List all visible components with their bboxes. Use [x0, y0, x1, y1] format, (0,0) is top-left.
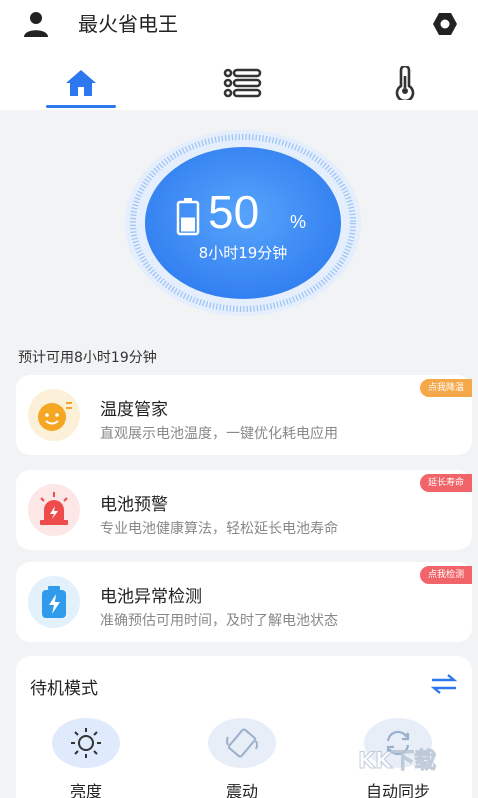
battery-percent-unit: % [290, 212, 307, 232]
mode-label: 自动同步 [365, 782, 430, 798]
home-icon [66, 70, 96, 96]
app-title: 最火省电王 [78, 12, 178, 36]
mode-label: 震动 [225, 782, 258, 798]
card-description: 准确预估可用时间，及时了解电池状态 [100, 613, 338, 629]
vibrate-icon [226, 728, 258, 758]
card-tag[interactable]: 延长寿命 [419, 474, 472, 492]
battery-percent: 50 [208, 186, 260, 238]
standby-title: 待机模式 [30, 679, 98, 699]
list-icon [223, 68, 262, 98]
user-icon[interactable] [22, 10, 50, 38]
card-battery-warning[interactable]: 电池预警 专业电池健康算法，轻松延长电池寿命 延长寿命 [16, 470, 472, 550]
swap-icon[interactable] [430, 672, 458, 696]
mode-circle [52, 718, 120, 768]
card-tag[interactable]: 点我降温 [419, 379, 472, 397]
card-tag[interactable]: 点我检测 [419, 566, 472, 584]
brightness-icon [71, 728, 101, 758]
app-header: 最火省电王 [0, 0, 478, 110]
card-title: 温度管家 [100, 400, 168, 420]
thermometer-icon [395, 66, 415, 100]
mode-label: 亮度 [69, 782, 102, 798]
card-description: 专业电池健康算法，轻松延长电池寿命 [100, 521, 338, 537]
active-tab-indicator [46, 105, 116, 108]
svg-text:KK下载: KK下载 [358, 748, 436, 774]
standby-panel: 待机模式 亮度 震动 自动同步 [16, 656, 472, 798]
battery-remaining-time: 8小时19分钟 [198, 244, 288, 262]
battery-readout: 50 % 8小时19分钟 [140, 150, 346, 300]
watermark-logo: KK下载 [358, 748, 437, 775]
card-battery-anomaly[interactable]: 电池异常检测 准确预估可用时间，及时了解电池状态 点我检测 [16, 562, 472, 642]
estimate-text: 预计可用8小时19分钟 [18, 350, 157, 366]
tab-temperature[interactable] [370, 56, 440, 110]
card-title: 电池异常检测 [100, 587, 202, 607]
battery-bolt-icon [42, 586, 66, 618]
tab-bar [0, 56, 478, 110]
gear-icon[interactable] [432, 12, 458, 36]
card-title: 电池预警 [100, 495, 168, 515]
card-icon-bg [28, 389, 80, 441]
tab-list[interactable] [208, 56, 278, 110]
card-temperature-manager[interactable]: 温度管家 直观展示电池温度，一键优化耗电应用 点我降温 [16, 375, 472, 455]
tab-home[interactable] [46, 56, 116, 110]
battery-icon [176, 198, 200, 236]
card-icon-bg [28, 484, 80, 536]
thermometer-face-icon [38, 402, 72, 431]
card-description: 直观展示电池温度，一键优化耗电应用 [100, 426, 338, 442]
alarm-light-icon [40, 492, 68, 525]
card-icon-bg [28, 576, 80, 628]
mode-circle [208, 718, 276, 768]
